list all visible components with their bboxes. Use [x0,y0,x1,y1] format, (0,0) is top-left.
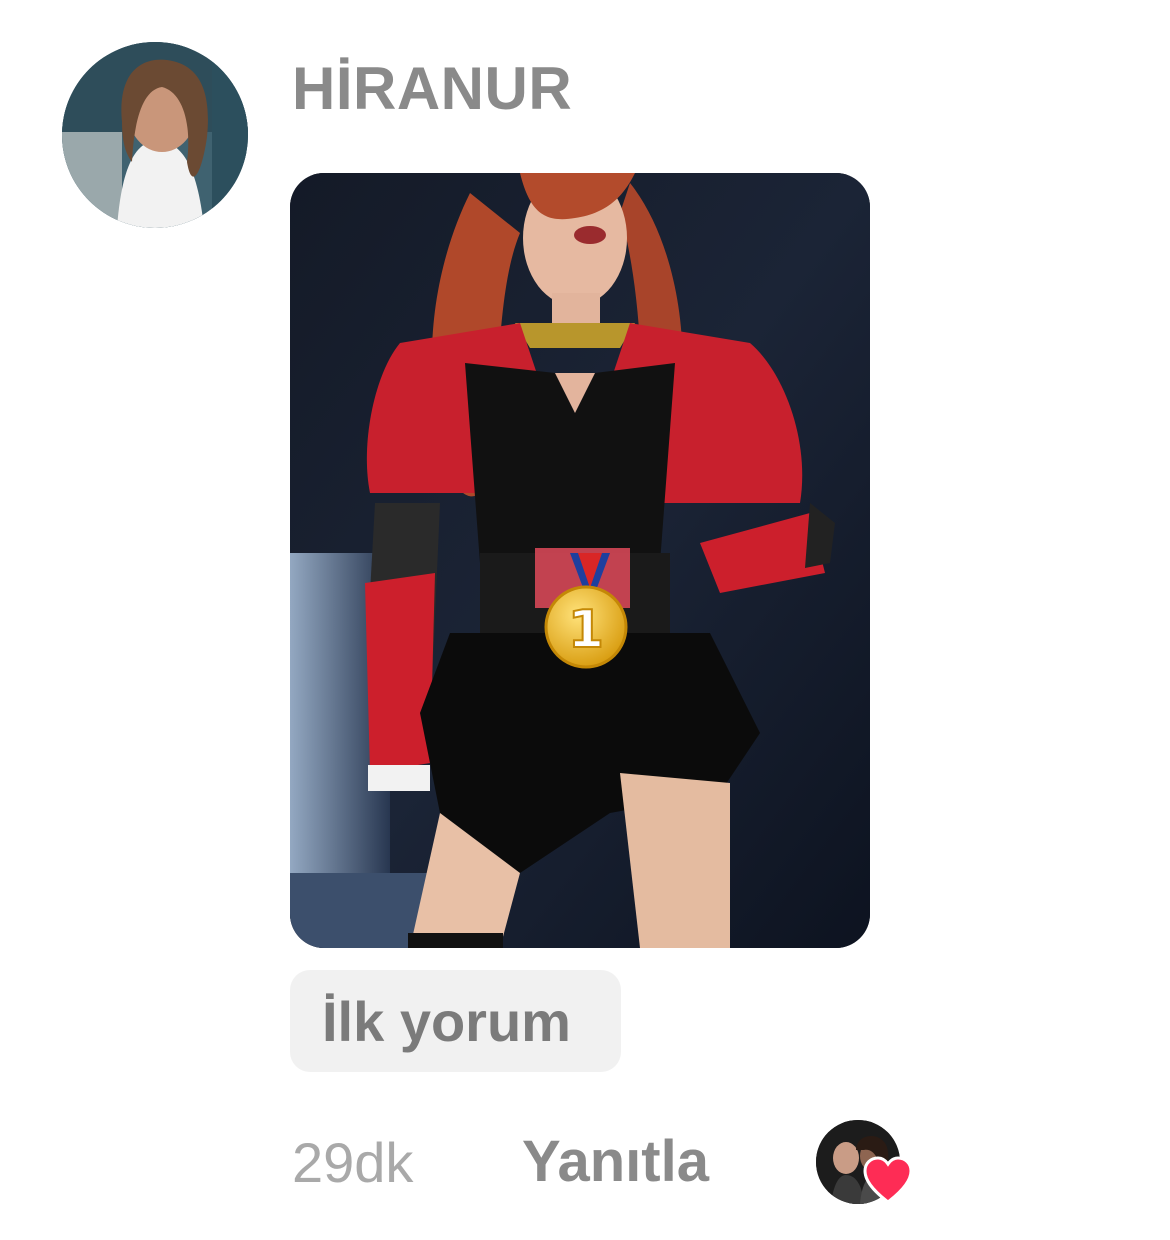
user-avatar[interactable] [62,42,248,228]
svg-text:1: 1 [568,600,604,660]
comment-timestamp: 29dk [292,1131,414,1194]
comment-text-bubble: İlk yorum [290,970,621,1072]
comment-text: İlk yorum [322,989,571,1053]
comment-username[interactable]: HİRANUR [292,56,572,122]
performer-photo: 1 [290,173,870,948]
heart-icon [862,1156,914,1204]
reply-button[interactable]: Yanıtla [522,1131,709,1193]
comment-sticker-image[interactable]: 1 [290,173,870,948]
avatar-photo [62,42,248,228]
